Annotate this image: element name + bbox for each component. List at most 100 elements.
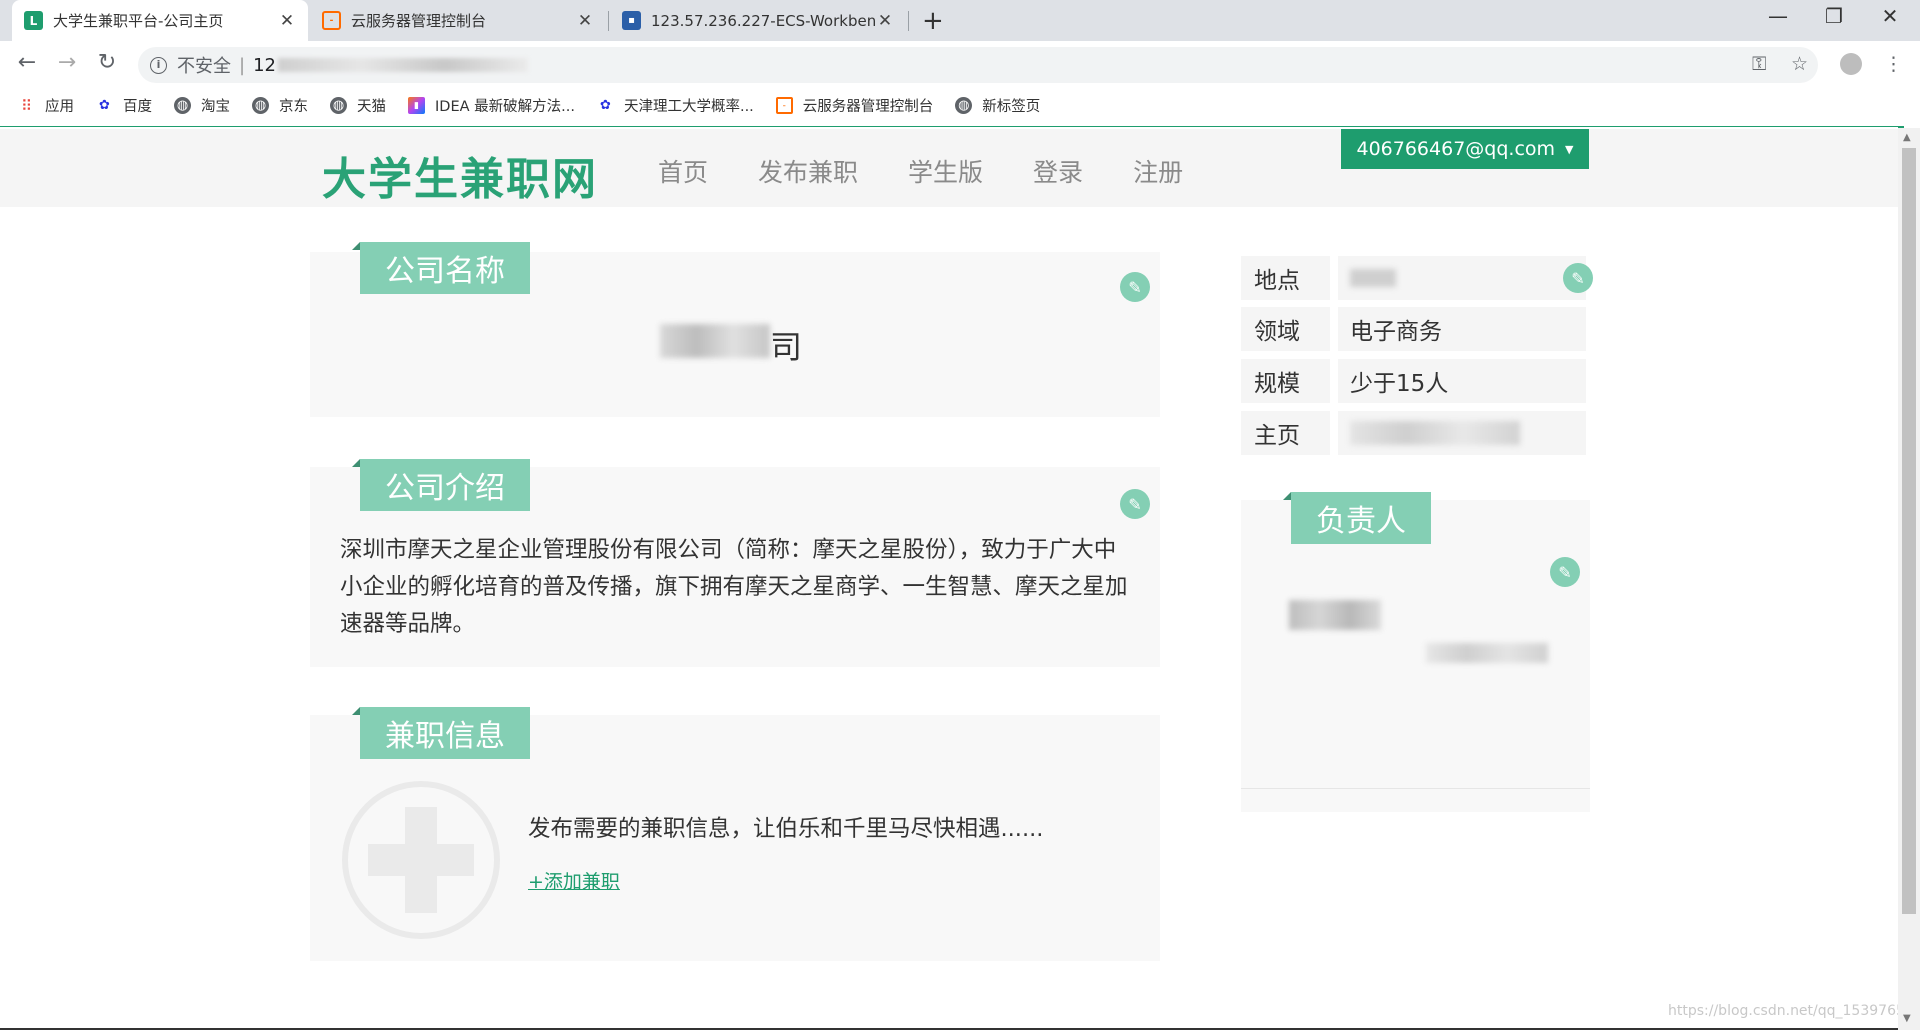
contact-tag: 负责人 <box>1283 492 1431 544</box>
key-icon[interactable]: ⚿ <box>1752 53 1766 75</box>
info-row-location: 地点 ✎ <box>1241 256 1593 300</box>
forward-icon[interactable]: → <box>52 50 82 75</box>
scale-label: 规模 <box>1241 359 1330 403</box>
star-icon[interactable]: ☆ <box>1791 53 1808 75</box>
info-row-scale: 规模 少于15人 <box>1241 359 1586 403</box>
tab-title: 大学生兼职平台-公司主页 <box>53 12 224 30</box>
scroll-thumb[interactable] <box>1902 148 1916 914</box>
bookmark-new-tab[interactable]: ◍ 新标签页 <box>955 95 1040 116</box>
globe-icon: ◍ <box>252 97 269 114</box>
edit-pencil-icon[interactable]: ✎ <box>1550 557 1580 587</box>
workbench-icon: ▪ <box>622 11 641 30</box>
baidu-paw-icon: ✿ <box>99 98 110 113</box>
homepage-label: 主页 <box>1241 411 1330 455</box>
company-name-panel: 公司名称 ✎ 司 <box>310 242 1160 417</box>
add-job-link[interactable]: +添加兼职 <box>528 867 620 894</box>
globe-icon: ◍ <box>174 97 191 114</box>
address-bar[interactable]: i 不安全 | 12 <box>138 47 1818 83</box>
reload-icon[interactable]: ↻ <box>92 50 122 75</box>
aliyun-icon: - <box>322 11 341 30</box>
new-tab-button[interactable]: + <box>922 6 944 36</box>
account-email: 406766467@qq.com <box>1356 138 1556 160</box>
page-scrollbar[interactable]: ▲ ▼ <box>1898 128 1920 1030</box>
redacted-company-name <box>660 324 770 358</box>
scroll-down-icon[interactable]: ▼ <box>1903 1013 1911 1024</box>
close-icon[interactable]: ✕ <box>278 11 296 31</box>
tab-cloud-console[interactable]: - 云服务器管理控制台 ✕ <box>310 0 606 41</box>
contact-panel: 负责人 ✎ <box>1241 492 1590 812</box>
edit-pencil-icon[interactable]: ✎ <box>1563 263 1593 293</box>
bookmarks-bar: ⠿ 应用 ✿ 百度 ◍ 淘宝 ◍ 京东 ◍ 天猫 ▮ IDEA 最新破解方法..… <box>0 88 1920 123</box>
close-icon[interactable]: ✕ <box>876 11 894 31</box>
redacted-url <box>277 58 528 72</box>
main-nav: 首页 发布兼职 学生版 登录 注册 <box>658 153 1233 189</box>
field-label: 领域 <box>1241 307 1330 351</box>
edit-pencil-icon[interactable]: ✎ <box>1120 272 1150 302</box>
baidu-paw-icon: ✿ <box>600 98 611 113</box>
redacted-contact-name <box>1289 600 1381 630</box>
restore-icon[interactable]: ❐ <box>1806 4 1862 28</box>
redacted-homepage <box>1350 421 1520 445</box>
scroll-up-icon[interactable]: ▲ <box>1903 132 1911 143</box>
tab-separator <box>608 11 609 31</box>
insecure-label: 不安全 <box>177 56 231 77</box>
bookmark-baidu[interactable]: ✿ 百度 <box>96 95 152 116</box>
jobs-tag: 兼职信息 <box>352 707 530 759</box>
close-icon[interactable]: ✕ <box>576 11 594 31</box>
menu-kebab-icon[interactable]: ⋮ <box>1884 53 1903 75</box>
tab-title: 123.57.236.227-ECS-Workbenc <box>651 11 876 30</box>
aliyun-icon: - <box>775 97 793 114</box>
address-separator: | <box>239 54 246 76</box>
bookmark-tmall[interactable]: ◍ 天猫 <box>330 95 386 116</box>
site-logo[interactable]: 大学生兼职网 <box>322 143 598 207</box>
edit-pencil-icon[interactable]: ✎ <box>1120 489 1150 519</box>
nav-post-job[interactable]: 发布兼职 <box>758 153 858 189</box>
field-value: 电子商务 <box>1338 307 1586 351</box>
nav-student[interactable]: 学生版 <box>908 153 983 189</box>
L-logo-icon: L <box>24 11 43 30</box>
url-text: 12 <box>253 54 276 76</box>
tab-title: 云服务器管理控制台 <box>351 12 487 30</box>
location-value <box>1338 256 1586 300</box>
globe-icon: ◍ <box>955 97 973 114</box>
scale-value: 少于15人 <box>1338 359 1586 403</box>
contact-divider <box>1241 788 1590 789</box>
profile-avatar-icon[interactable] <box>1840 53 1862 80</box>
info-icon[interactable]: i <box>150 56 167 74</box>
company-name-suffix: 司 <box>770 328 803 366</box>
company-intro-panel: 公司介绍 ✎ 深圳市摩天之星企业管理股份有限公司（简称：摩天之星股份），致力于广… <box>310 459 1160 667</box>
add-circle-icon[interactable] <box>342 781 500 939</box>
nav-register[interactable]: 注册 <box>1133 153 1183 189</box>
bookmark-cloud-console[interactable]: - 云服务器管理控制台 <box>775 95 933 116</box>
bookmark-idea[interactable]: ▮ IDEA 最新破解方法... <box>408 95 575 116</box>
info-row-field: 领域 电子商务 <box>1241 307 1586 351</box>
bookmark-taobao[interactable]: ◍ 淘宝 <box>174 95 230 116</box>
bookmark-jd[interactable]: ◍ 京东 <box>252 95 308 116</box>
idea-icon: ▮ <box>408 97 425 114</box>
tab-separator <box>908 11 909 31</box>
close-window-icon[interactable]: ✕ <box>1862 4 1918 28</box>
info-row-homepage: 主页 <box>1241 411 1586 455</box>
nav-home[interactable]: 首页 <box>658 153 708 189</box>
jobs-panel: 兼职信息 发布需要的兼职信息，让伯乐和千里马尽快相遇...... +添加兼职 <box>310 707 1160 961</box>
company-intro-tag: 公司介绍 <box>352 459 530 511</box>
nav-login[interactable]: 登录 <box>1033 153 1083 189</box>
redacted-location <box>1350 269 1396 287</box>
company-intro-text: 深圳市摩天之星企业管理股份有限公司（简称：摩天之星股份），致力于广大中 小企业的… <box>340 537 1128 637</box>
page-viewport: 大学生兼职网 首页 发布兼职 学生版 登录 注册 406766467@qq.co… <box>0 127 1898 1030</box>
location-label: 地点 <box>1241 256 1330 300</box>
browser-toolbar: ← → ↻ i 不安全 | 12 ⚿ ☆ ⋮ <box>0 41 1920 88</box>
bookmark-tjut[interactable]: ✿ 天津理工大学概率... <box>597 95 754 116</box>
caret-down-icon: ▼ <box>1565 142 1574 156</box>
bookmark-apps[interactable]: ⠿ 应用 <box>18 95 74 116</box>
account-dropdown[interactable]: 406766467@qq.com ▼ <box>1341 129 1589 169</box>
company-name-tag: 公司名称 <box>352 242 530 294</box>
tab-strip: L 大学生兼职平台-公司主页 ✕ - 云服务器管理控制台 ✕ ▪ 123.57.… <box>0 0 1920 41</box>
redacted-contact-info <box>1426 643 1548 663</box>
tab-company-home[interactable]: L 大学生兼职平台-公司主页 ✕ <box>12 0 308 41</box>
tab-ecs-workbench[interactable]: ▪ 123.57.236.227-ECS-Workbenc ✕ <box>610 0 906 41</box>
homepage-value <box>1338 411 1586 455</box>
minimize-icon[interactable]: — <box>1750 4 1806 28</box>
globe-icon: ◍ <box>330 97 347 114</box>
back-icon[interactable]: ← <box>12 50 42 75</box>
